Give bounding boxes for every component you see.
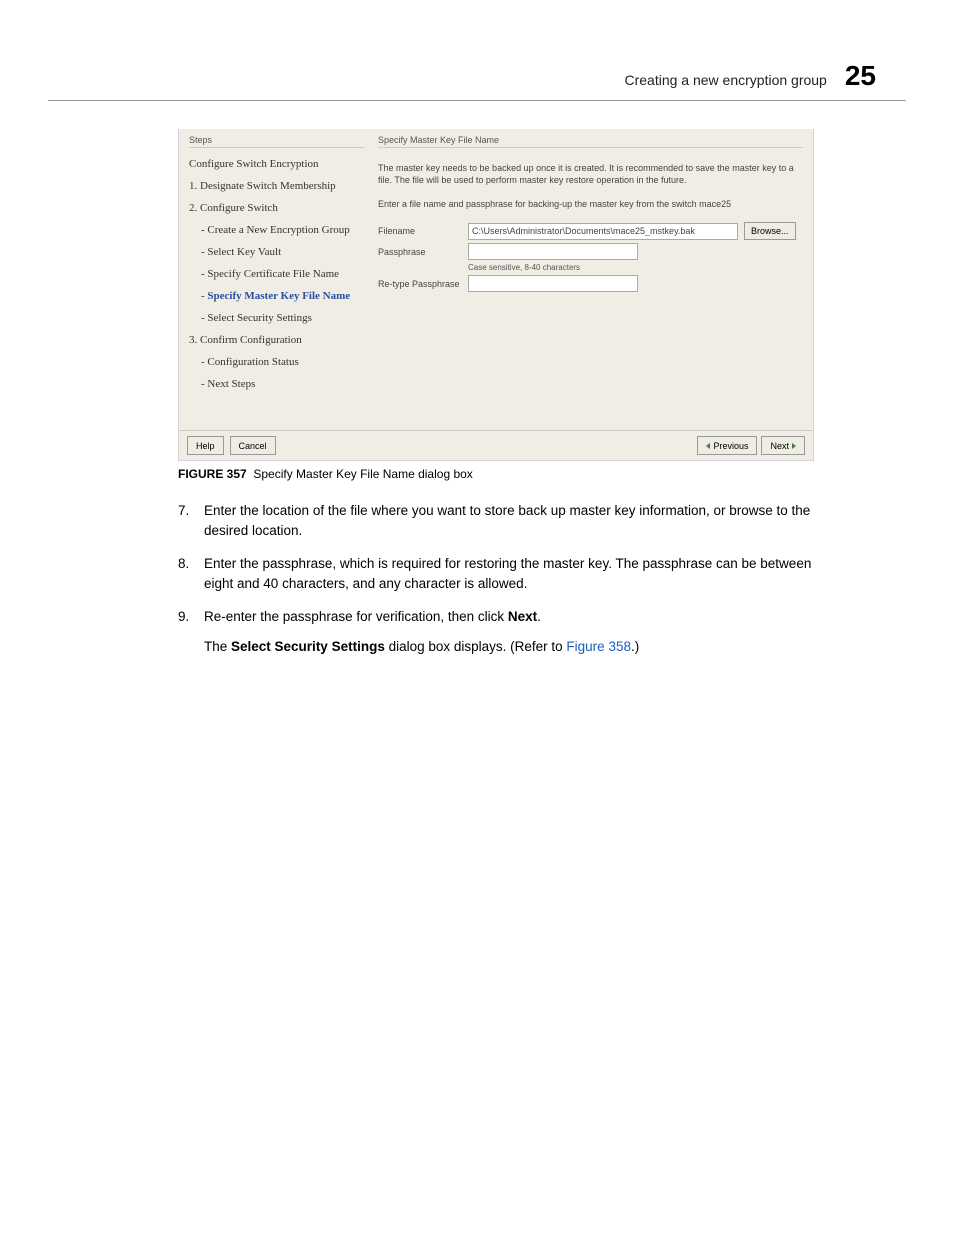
- step-7: 7. Enter the location of the file where …: [178, 501, 826, 540]
- step-configure-switch-encryption: Configure Switch Encryption: [189, 158, 364, 170]
- step-9-text-a: Re-enter the passphrase for verification…: [204, 609, 508, 624]
- figure-358-link[interactable]: Figure 358: [566, 639, 631, 654]
- step-confirm-config: 3. Confirm Configuration: [189, 334, 364, 346]
- passphrase-input[interactable]: [468, 243, 638, 260]
- step-8: 8. Enter the passphrase, which is requir…: [178, 554, 826, 593]
- panel-description-1: The master key needs to be backed up onc…: [378, 162, 803, 186]
- triangle-right-icon: [792, 443, 796, 449]
- browse-button[interactable]: Browse...: [744, 222, 796, 240]
- step-8-number: 8.: [178, 554, 204, 593]
- cancel-button[interactable]: Cancel: [230, 436, 276, 455]
- figure-text: Specify Master Key File Name dialog box: [253, 467, 472, 481]
- step-select-key-vault: - Select Key Vault: [189, 246, 364, 258]
- step-configure-switch: 2. Configure Switch: [189, 202, 364, 214]
- steps-sidebar: Steps Configure Switch Encryption 1. Des…: [189, 135, 364, 400]
- dialog-footer: Help Cancel Previous Next: [179, 430, 813, 460]
- header-title: Creating a new encryption group: [625, 72, 827, 88]
- previous-button[interactable]: Previous: [697, 436, 757, 455]
- step-create-group: - Create a New Encryption Group: [189, 224, 364, 236]
- step-9-next: Next: [508, 609, 537, 624]
- wizard-dialog: Steps Configure Switch Encryption 1. Des…: [178, 129, 814, 461]
- next-label: Next: [770, 441, 789, 451]
- step-select-security: - Select Security Settings: [189, 312, 364, 324]
- step-config-status: - Configuration Status: [189, 356, 364, 368]
- step-specify-cert-file: - Specify Certificate File Name: [189, 268, 364, 280]
- step-9-sub-bold: Select Security Settings: [231, 639, 385, 654]
- figure-number: FIGURE 357: [178, 467, 247, 481]
- step-9-sub-c: .): [631, 639, 639, 654]
- step-9-sub-b: dialog box displays. (Refer to: [385, 639, 567, 654]
- panel-title: Specify Master Key File Name: [378, 135, 803, 148]
- filename-label: Filename: [378, 226, 468, 236]
- filename-input[interactable]: [468, 223, 738, 240]
- step-7-text: Enter the location of the file where you…: [204, 501, 826, 540]
- page-header: Creating a new encryption group 25: [48, 60, 906, 101]
- step-specify-master-key: - Specify Master Key File Name: [189, 290, 364, 302]
- help-button[interactable]: Help: [187, 436, 224, 455]
- passphrase-hint: Case sensitive, 8-40 characters: [468, 263, 803, 272]
- triangle-left-icon: [706, 443, 710, 449]
- passphrase-label: Passphrase: [378, 247, 468, 257]
- step-designate-membership: 1. Designate Switch Membership: [189, 180, 364, 192]
- retype-passphrase-input[interactable]: [468, 275, 638, 292]
- chapter-number: 25: [845, 60, 876, 92]
- previous-label: Previous: [713, 441, 748, 451]
- steps-heading: Steps: [189, 135, 364, 148]
- step-7-number: 7.: [178, 501, 204, 540]
- retype-passphrase-label: Re-type Passphrase: [378, 279, 468, 289]
- step-next-steps: - Next Steps: [189, 378, 364, 390]
- next-button[interactable]: Next: [761, 436, 805, 455]
- figure-caption: FIGURE 357 Specify Master Key File Name …: [178, 467, 906, 481]
- panel-description-2: Enter a file name and passphrase for bac…: [378, 198, 803, 210]
- step-9: 9. Re-enter the passphrase for verificat…: [178, 607, 826, 656]
- step-9-sub-a: The: [204, 639, 231, 654]
- step-9-number: 9.: [178, 607, 204, 656]
- step-8-text: Enter the passphrase, which is required …: [204, 554, 826, 593]
- panel-content: Specify Master Key File Name The master …: [378, 135, 803, 400]
- step-9-text-b: .: [537, 609, 541, 624]
